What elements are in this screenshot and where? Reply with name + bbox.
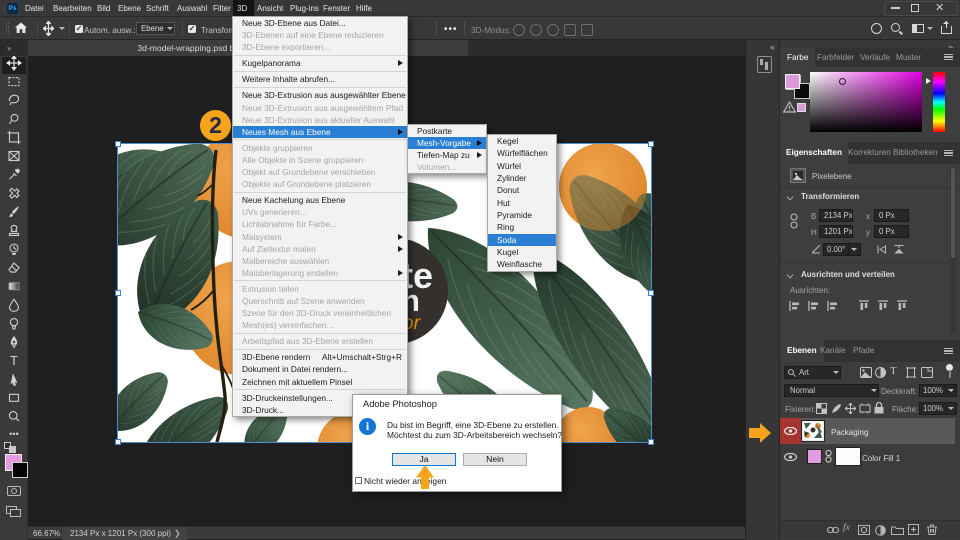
svg-text:•••: •••	[9, 429, 18, 439]
svg-text:T: T	[10, 353, 18, 368]
